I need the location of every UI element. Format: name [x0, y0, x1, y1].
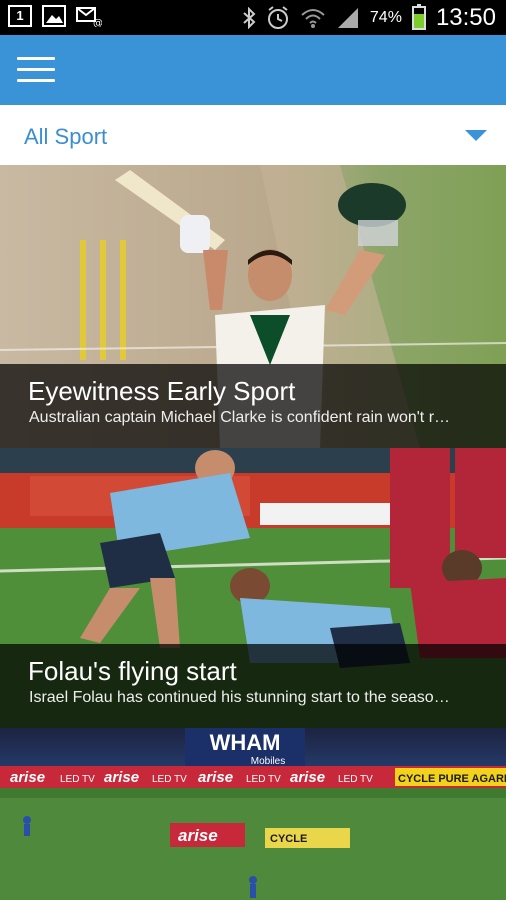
status-notifications: 1 @ [8, 5, 103, 29]
clock: 13:50 [435, 4, 496, 31]
svg-text:@: @ [93, 18, 102, 27]
bluetooth-icon [243, 7, 256, 29]
status-bar: 1 @ 74% 13:50 [0, 0, 506, 35]
app-bar [0, 35, 506, 105]
battery-icon [411, 4, 426, 30]
signage-led-tv: LED TV [60, 774, 95, 785]
gallery-icon [42, 5, 66, 27]
cricket-stadium-field-photo: WHAM Mobiles arise arise arise arise LED… [0, 728, 506, 900]
article-caption: Eyewitness Early Sport Australian captai… [0, 364, 506, 448]
battery-percent: 74% [369, 9, 402, 26]
signage-arise: arise [198, 769, 233, 786]
signage-cycle-pure: CYCLE PURE AGARBA [398, 773, 506, 785]
hamburger-menu-icon[interactable] [17, 57, 55, 83]
dropdown-caret-icon [465, 130, 487, 141]
article-caption: Folau's flying start Israel Folau has co… [0, 644, 506, 728]
field-logo-cycle: CYCLE [270, 833, 307, 845]
notification-count-icon: 1 [8, 5, 32, 27]
article-summary: Australian captain Michael Clarke is con… [29, 409, 451, 426]
alarm-icon [267, 6, 288, 29]
article-summary: Israel Folau has continued his stunning … [29, 689, 450, 706]
status-system: 74% 13:50 [242, 3, 496, 33]
article-card[interactable]: Eyewitness Early Sport Australian captai… [0, 165, 506, 448]
signage-wham: WHAM [210, 730, 281, 755]
article-card[interactable]: Folau's flying start Israel Folau has co… [0, 448, 506, 728]
signage-led-tv: LED TV [246, 774, 281, 785]
signage-mobiles: Mobiles [251, 756, 285, 767]
article-title: Eyewitness Early Sport [28, 376, 296, 406]
signal-icon [337, 8, 358, 28]
field-logo-arise: arise [178, 826, 218, 845]
sport-filter-dropdown[interactable]: All Sport [0, 105, 506, 165]
sport-filter-selected: All Sport [24, 124, 108, 149]
signage-arise: arise [10, 769, 45, 786]
wifi-icon [301, 9, 325, 28]
email-icon: @ [76, 5, 103, 29]
signage-arise: arise [290, 769, 325, 786]
signage-led-tv: LED TV [338, 774, 373, 785]
signage-led-tv: LED TV [152, 774, 187, 785]
article-title: Folau's flying start [28, 656, 237, 686]
article-card[interactable]: WHAM Mobiles arise arise arise arise LED… [0, 728, 506, 900]
signage-arise: arise [104, 769, 139, 786]
